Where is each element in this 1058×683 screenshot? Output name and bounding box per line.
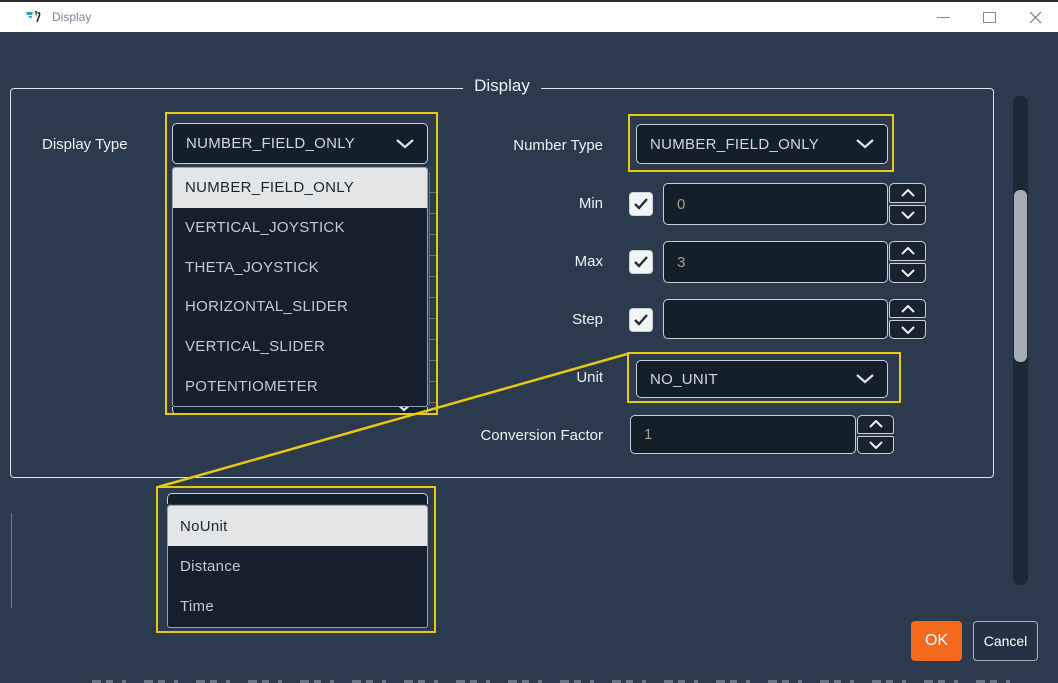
window-controls	[920, 2, 1058, 32]
chevron-up-icon	[901, 305, 915, 313]
min-label: Min	[393, 195, 603, 212]
number-type-label: Number Type	[393, 137, 603, 154]
max-label: Max	[393, 253, 603, 270]
display-type-dropdown-list: NUMBER_FIELD_ONLY VERTICAL_JOYSTICK THET…	[172, 167, 428, 407]
dropdown-option[interactable]: Distance	[168, 546, 427, 586]
close-button[interactable]	[1012, 2, 1058, 32]
dropdown-option[interactable]: VERTICAL_SLIDER	[173, 327, 427, 367]
conversion-factor-input[interactable]	[644, 426, 842, 443]
unit-label: Unit	[393, 369, 603, 386]
step-field[interactable]	[663, 299, 888, 339]
minimize-icon	[937, 17, 950, 18]
unit-dropdown-list: NoUnit Distance Time	[167, 505, 428, 628]
unit-combobox[interactable]: NO_UNIT	[636, 360, 888, 398]
step-spin-up-button[interactable]	[889, 299, 926, 318]
dropdown-option[interactable]: POTENTIOMETER	[173, 366, 427, 406]
display-type-value: NUMBER_FIELD_ONLY	[186, 135, 355, 152]
number-type-combobox[interactable]: NUMBER_FIELD_ONLY	[636, 124, 888, 164]
conversion-factor-spin-down-button[interactable]	[857, 436, 894, 455]
display-dialog-window: Display Display Display Type NUMBER_FIEL…	[0, 0, 1058, 683]
chevron-up-icon	[901, 189, 915, 197]
dropdown-option[interactable]: NUMBER_FIELD_ONLY	[173, 168, 427, 208]
step-input[interactable]	[677, 311, 874, 328]
chevron-down-icon	[856, 374, 874, 384]
chevron-down-icon	[395, 407, 413, 412]
number-type-value: NUMBER_FIELD_ONLY	[650, 136, 819, 153]
dropdown-option[interactable]: HORIZONTAL_SLIDER	[173, 287, 427, 327]
close-icon	[1029, 11, 1042, 24]
checkmark-icon	[634, 314, 648, 326]
scrollbar-thumb[interactable]	[1014, 190, 1027, 362]
occluded-combobox-fragment	[172, 407, 428, 415]
chevron-down-icon	[901, 326, 915, 334]
max-spinner	[889, 241, 926, 283]
min-checkbox[interactable]	[629, 192, 653, 216]
ok-button[interactable]: OK	[911, 621, 962, 661]
groupbox-title: Display	[463, 76, 541, 96]
max-input[interactable]	[677, 254, 874, 271]
chevron-down-icon	[856, 139, 874, 149]
chevron-down-icon	[901, 269, 915, 277]
step-label: Step	[393, 311, 603, 328]
step-checkbox[interactable]	[629, 308, 653, 332]
step-spinner	[889, 299, 926, 339]
vertical-scrollbar[interactable]	[1013, 96, 1028, 585]
display-type-label: Display Type	[42, 136, 128, 153]
conversion-factor-spinner	[857, 415, 894, 454]
min-field[interactable]	[663, 183, 888, 225]
maximize-button[interactable]	[966, 2, 1012, 32]
checkmark-icon	[634, 256, 648, 268]
titlebar: Display	[0, 0, 1058, 32]
dropdown-option[interactable]: Time	[168, 587, 427, 627]
cancel-button[interactable]: Cancel	[973, 621, 1038, 661]
background-groupbox-edge	[11, 513, 12, 608]
max-field[interactable]	[663, 241, 888, 283]
unit-value: NO_UNIT	[650, 371, 718, 388]
window-title: Display	[52, 10, 91, 24]
chevron-down-icon	[869, 441, 883, 449]
dropdown-option[interactable]: THETA_JOYSTICK	[173, 247, 427, 287]
minimize-button[interactable]	[920, 2, 966, 32]
display-type-combobox[interactable]: NUMBER_FIELD_ONLY	[172, 123, 428, 164]
min-spin-down-button[interactable]	[889, 205, 926, 225]
conversion-factor-label: Conversion Factor	[393, 427, 603, 444]
chevron-down-icon	[901, 211, 915, 219]
max-spin-down-button[interactable]	[889, 263, 926, 283]
occluded-unit-combobox-fragment	[167, 493, 428, 504]
min-spin-up-button[interactable]	[889, 183, 926, 203]
chevron-up-icon	[901, 247, 915, 255]
max-checkbox[interactable]	[629, 250, 653, 274]
conversion-factor-field[interactable]	[630, 415, 856, 454]
max-spin-up-button[interactable]	[889, 241, 926, 261]
dropdown-option[interactable]: VERTICAL_JOYSTICK	[173, 208, 427, 248]
conversion-factor-spin-up-button[interactable]	[857, 415, 894, 434]
chevron-up-icon	[869, 420, 883, 428]
dropdown-option[interactable]: NoUnit	[168, 506, 427, 546]
min-spinner	[889, 183, 926, 225]
step-spin-down-button[interactable]	[889, 320, 926, 339]
maximize-icon	[983, 12, 996, 23]
checkmark-icon	[634, 198, 648, 210]
min-input[interactable]	[677, 196, 874, 213]
app-logo-icon	[26, 9, 44, 25]
